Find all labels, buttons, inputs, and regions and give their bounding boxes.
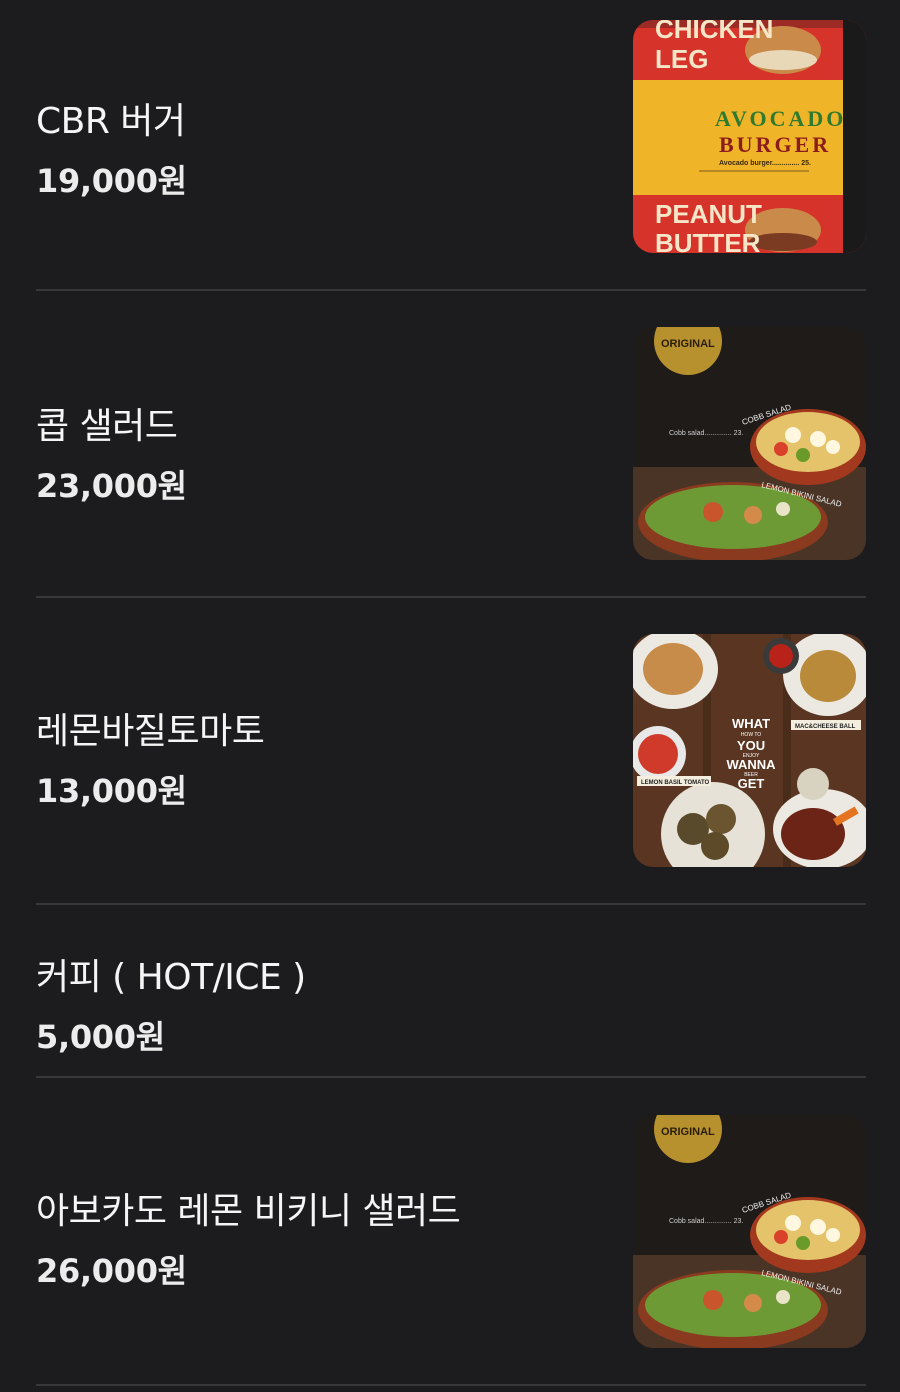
- svg-text:Avocado burger.............. 2: Avocado burger.............. 25.: [719, 160, 811, 167]
- menu-item-info: 아보카도 레몬 비키니 샐러드 26,000원: [36, 1182, 461, 1292]
- svg-text:BUTTER: BUTTER: [655, 228, 761, 253]
- menu-item-photo[interactable]: CHICKEN LEG AVOCADO BURGER Avocado burge…: [633, 20, 866, 253]
- menu-item[interactable]: 레몬바질토마토 13,000원 MAC&CHEESE BALL LEMON BA…: [36, 598, 866, 905]
- avocado-burger-image: CHICKEN LEG AVOCADO BURGER Avocado burge…: [633, 20, 866, 253]
- svg-text:WANNA: WANNA: [726, 757, 776, 772]
- svg-text:Cobb salad.............. 23.: Cobb salad.............. 23.: [669, 1218, 743, 1225]
- svg-text:BURGER: BURGER: [719, 132, 831, 157]
- svg-text:ORIGINAL: ORIGINAL: [661, 338, 715, 350]
- menu-item-name: 아보카도 레몬 비키니 샐러드: [36, 1191, 461, 1232]
- menu-item-info: 콥 샐러드 23,000원: [36, 397, 187, 507]
- menu-item[interactable]: 콥 샐러드 23,000원 ORIGINAL Cobb salad.......…: [36, 291, 866, 598]
- svg-text:CHICKEN: CHICKEN: [655, 20, 773, 44]
- svg-text:LEG: LEG: [655, 44, 708, 74]
- menu-item-name: 커피 ( HOT/ICE ): [36, 957, 306, 998]
- menu-item[interactable]: 아보카도 레몬 비키니 샐러드 26,000원 ORIGINAL Cobb sa…: [36, 1078, 866, 1386]
- svg-text:AVOCADO: AVOCADO: [715, 106, 846, 131]
- svg-text:YOU: YOU: [737, 738, 765, 753]
- menu-item-info: CBR 버거 19,000원: [36, 92, 187, 202]
- menu-item-photo[interactable]: ORIGINAL Cobb salad.............. 23. CO…: [633, 1115, 866, 1348]
- cobb-salad-image: ORIGINAL Cobb salad.............. 23. CO…: [633, 327, 866, 560]
- menu-item-price: 26,000원: [36, 1252, 187, 1290]
- menu-item-info: 레몬바질토마토 13,000원: [36, 702, 265, 812]
- svg-text:PEANUT: PEANUT: [655, 199, 762, 229]
- menu-list: CBR 버거 19,000원 CHICKEN LEG AVOCADO BURGE…: [0, 0, 900, 1386]
- menu-item-price: 23,000원: [36, 467, 187, 505]
- svg-text:WHAT: WHAT: [732, 716, 770, 731]
- cobb-salad-image: ORIGINAL Cobb salad.............. 23. CO…: [633, 1115, 866, 1348]
- menu-item[interactable]: 커피 ( HOT/ICE ) 5,000원: [36, 905, 866, 1078]
- menu-item-price: 19,000원: [36, 162, 187, 200]
- svg-text:LEMON BASIL TOMATO: LEMON BASIL TOMATO: [641, 780, 710, 786]
- menu-item-photo[interactable]: MAC&CHEESE BALL LEMON BASIL TOMATO WHAT …: [633, 634, 866, 867]
- menu-item-name: 콥 샐러드: [36, 406, 178, 447]
- menu-item-name: 레몬바질토마토: [36, 711, 265, 752]
- snack-platter-image: MAC&CHEESE BALL LEMON BASIL TOMATO WHAT …: [633, 634, 866, 867]
- menu-item[interactable]: CBR 버거 19,000원 CHICKEN LEG AVOCADO BURGE…: [36, 0, 866, 291]
- menu-item-name: CBR 버거: [36, 101, 186, 142]
- menu-item-price: 5,000원: [36, 1018, 165, 1056]
- menu-item-photo[interactable]: ORIGINAL Cobb salad.............. 23. CO…: [633, 327, 866, 560]
- svg-text:ORIGINAL: ORIGINAL: [661, 1126, 715, 1138]
- menu-item-price: 13,000원: [36, 772, 187, 810]
- svg-text:Cobb salad.............. 23.: Cobb salad.............. 23.: [669, 430, 743, 437]
- svg-text:GET: GET: [738, 776, 765, 791]
- menu-item-info: 커피 ( HOT/ICE ) 5,000원: [36, 948, 306, 1058]
- svg-text:MAC&CHEESE BALL: MAC&CHEESE BALL: [795, 724, 856, 730]
